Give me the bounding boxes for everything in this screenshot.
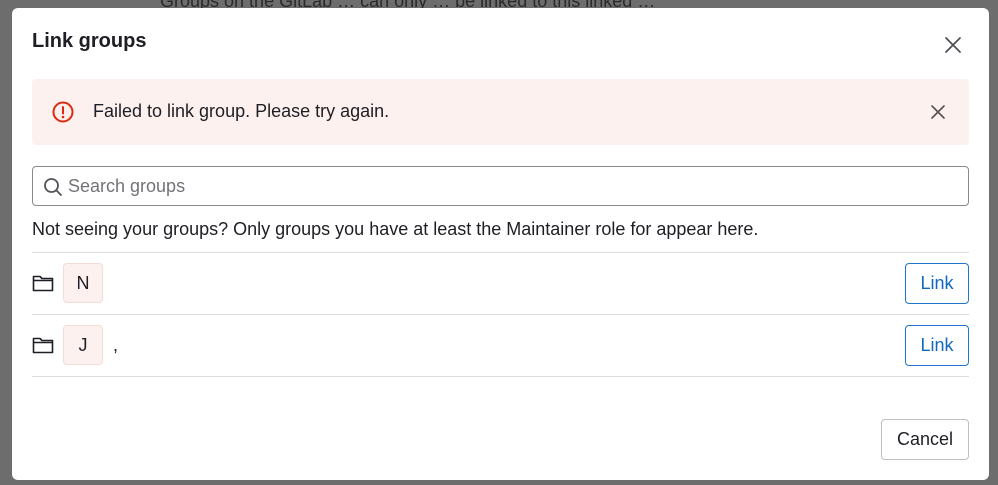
alert-message: Failed to link group. Please try again.: [93, 101, 390, 121]
close-icon: [945, 37, 961, 53]
link-group-button[interactable]: Link: [905, 263, 969, 304]
close-button[interactable]: [940, 32, 966, 58]
close-icon: [931, 105, 945, 119]
link-groups-modal: Link groups Failed to link group. Please…: [12, 8, 989, 480]
error-alert: Failed to link group. Please try again.: [32, 79, 969, 145]
avatar: J: [63, 325, 103, 365]
link-group-button[interactable]: Link: [905, 325, 969, 366]
folder-icon: [32, 337, 54, 354]
search-box: [32, 166, 969, 206]
error-icon: [52, 101, 74, 123]
group-list: N Link J , Link: [32, 252, 969, 377]
folder-icon: [32, 275, 54, 292]
group-name: ,: [113, 335, 119, 355]
list-item: J , Link: [32, 315, 969, 377]
search-input[interactable]: [68, 167, 958, 205]
group-permission-hint: Not seeing your groups? Only groups you …: [32, 219, 759, 239]
search-icon: [44, 178, 62, 196]
cancel-button[interactable]: Cancel: [881, 419, 969, 460]
avatar: N: [63, 263, 103, 303]
dismiss-alert-button[interactable]: [927, 101, 949, 123]
list-item: N Link: [32, 253, 969, 315]
modal-title: Link groups: [32, 30, 147, 52]
